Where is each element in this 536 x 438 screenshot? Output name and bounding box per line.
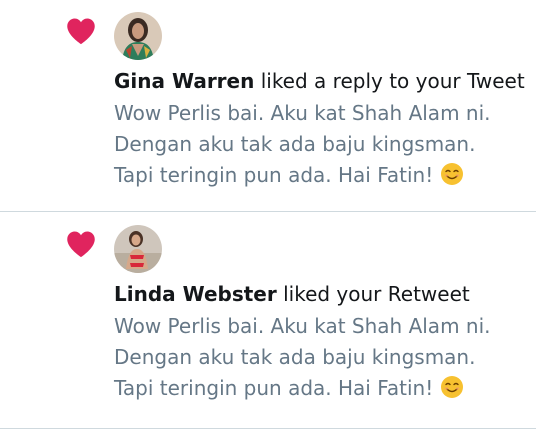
- tweet-text-line: Tapi teringin pun ada. Hai Fatin!: [114, 373, 524, 404]
- user-name[interactable]: Linda Webster: [114, 282, 277, 306]
- tweet-text-line: Tapi teringin pun ada. Hai Fatin!: [114, 160, 524, 191]
- tweet-text-line: Dengan aku tak ada baju kingsman.: [114, 345, 476, 369]
- notification-action: liked your Retweet: [276, 282, 470, 306]
- avatar[interactable]: [114, 225, 162, 273]
- notification-item[interactable]: Linda Webster liked your Retweet Wow Per…: [0, 213, 536, 423]
- notification-action: liked a reply to your Tweet: [254, 69, 525, 93]
- user-name[interactable]: Gina Warren: [114, 69, 254, 93]
- heart-icon: [67, 18, 95, 45]
- notification-headline: Linda Webster liked your Retweet: [114, 279, 470, 309]
- avatar[interactable]: [114, 12, 162, 60]
- divider: [0, 428, 536, 429]
- notification-headline: Gina Warren liked a reply to your Tweet: [114, 66, 525, 96]
- smiling-face-emoji-icon: [440, 163, 463, 185]
- tweet-text[interactable]: Wow Perlis bai. Aku kat Shah Alam ni. De…: [114, 311, 524, 404]
- tweet-text-line: Wow Perlis bai. Aku kat Shah Alam ni.: [114, 101, 491, 125]
- smiling-face-emoji-icon: [440, 376, 463, 398]
- tweet-text-line: Wow Perlis bai. Aku kat Shah Alam ni.: [114, 314, 491, 338]
- notification-item[interactable]: Gina Warren liked a reply to your Tweet …: [0, 0, 536, 210]
- tweet-text[interactable]: Wow Perlis bai. Aku kat Shah Alam ni. De…: [114, 98, 524, 191]
- divider: [0, 211, 536, 212]
- heart-icon: [67, 231, 95, 258]
- tweet-text-line: Dengan aku tak ada baju kingsman.: [114, 132, 476, 156]
